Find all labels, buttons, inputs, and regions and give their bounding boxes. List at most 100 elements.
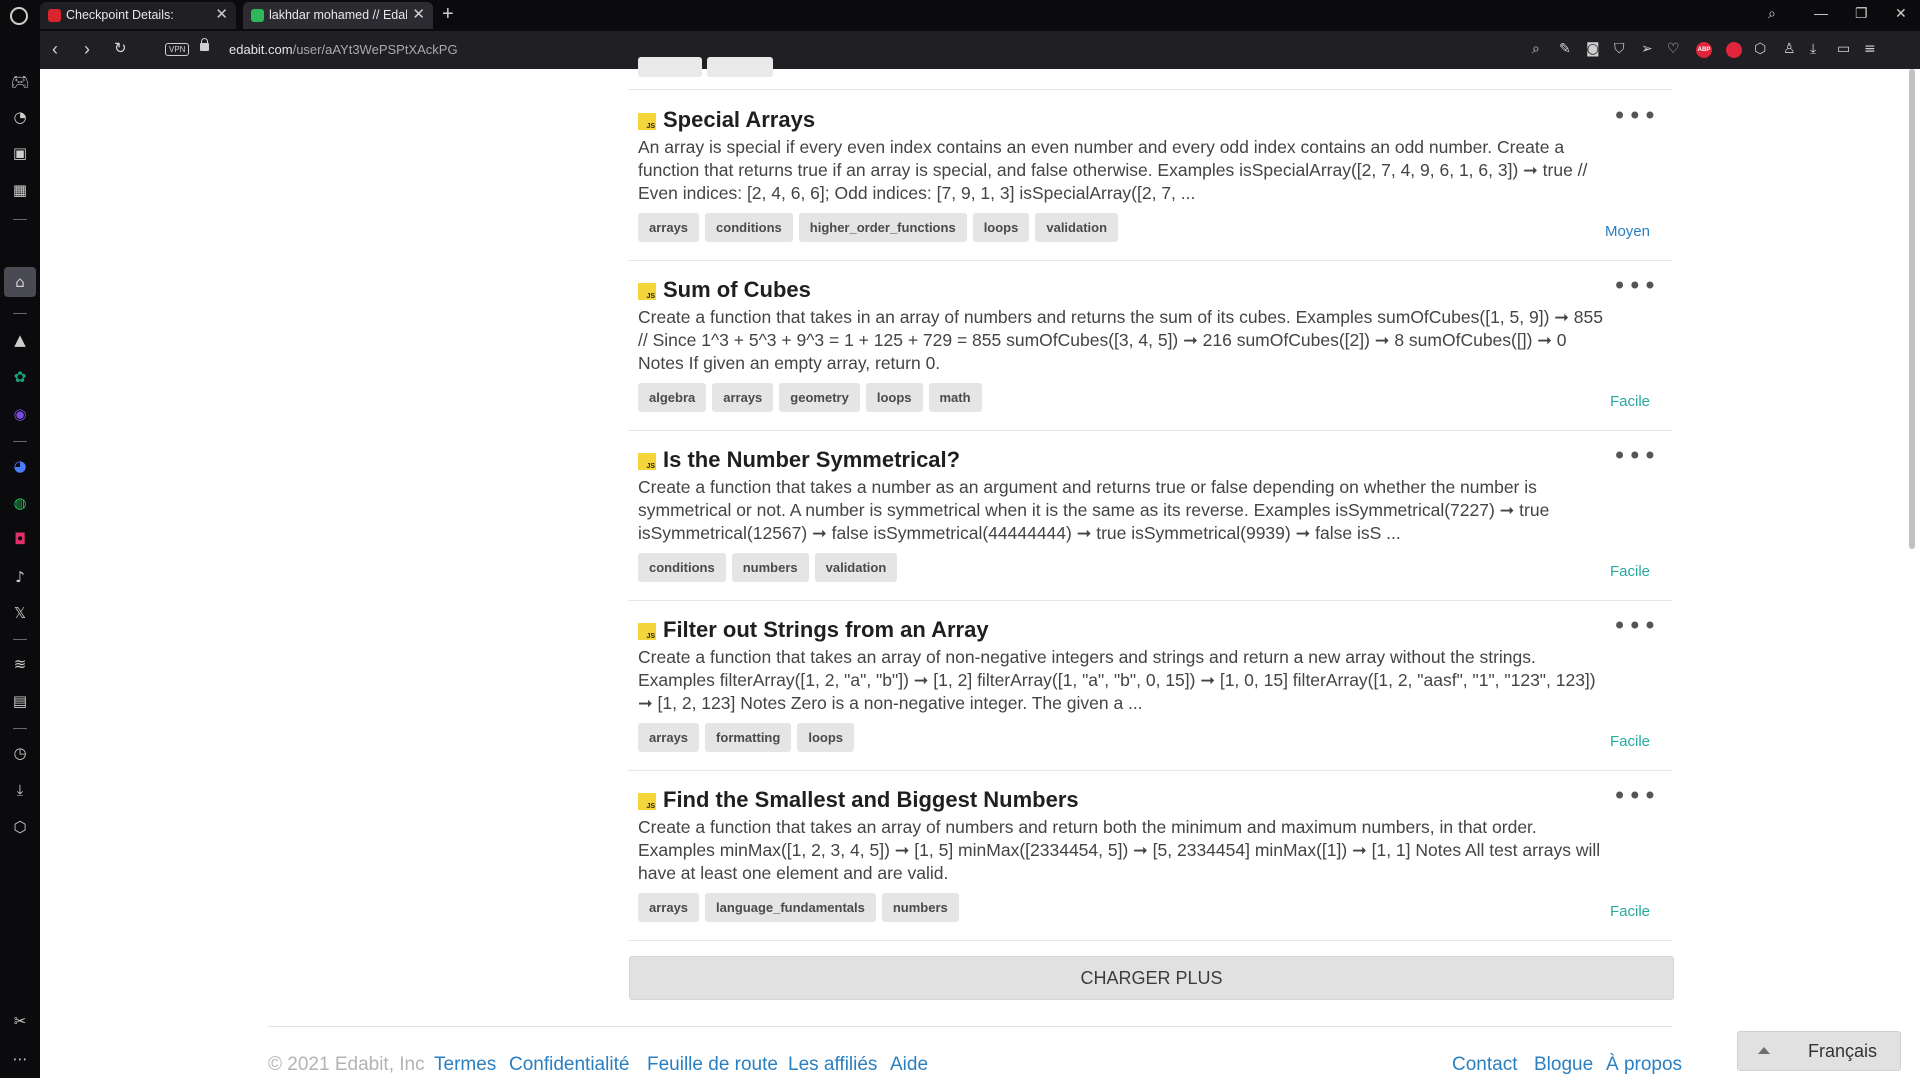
search-icon[interactable]: ⌕ bbox=[1532, 41, 1540, 57]
footer-link-terms[interactable]: Termes bbox=[434, 1054, 496, 1076]
tab-edabit-profile[interactable]: lakhdar mohamed // Edabit ✕ bbox=[243, 2, 433, 29]
tag[interactable]: numbers bbox=[731, 553, 809, 582]
battery-icon[interactable]: ▭ bbox=[1837, 41, 1850, 57]
tag[interactable]: validation bbox=[814, 553, 898, 582]
history-icon[interactable]: ◷ bbox=[9, 742, 31, 764]
more-options-icon[interactable]: ••• bbox=[1613, 614, 1658, 638]
account-icon[interactable]: ♙ bbox=[1783, 41, 1796, 57]
chatgpt-icon[interactable]: ✿ bbox=[9, 366, 31, 388]
challenge-card[interactable]: JS Find the Smallest and Biggest Numbers… bbox=[628, 770, 1672, 941]
footer-link-affiliates[interactable]: Les affiliés bbox=[788, 1054, 877, 1076]
challenge-title[interactable]: Find the Smallest and Biggest Numbers bbox=[663, 787, 1079, 813]
challenge-title[interactable]: Sum of Cubes bbox=[663, 277, 811, 303]
instagram-icon[interactable]: ◘ bbox=[9, 528, 31, 550]
wallet-icon[interactable]: ▤ bbox=[9, 690, 31, 712]
challenge-title[interactable]: Special Arrays bbox=[663, 107, 815, 133]
challenge-card[interactable]: JS Is the Number Symmetrical? ••• Create… bbox=[628, 430, 1672, 601]
challenge-card[interactable]: JS Sum of Cubes ••• Create a function th… bbox=[628, 260, 1672, 431]
tiktok-icon[interactable]: ♪ bbox=[9, 566, 31, 588]
tag[interactable]: arrays bbox=[638, 723, 700, 752]
bag-icon[interactable]: ▣ bbox=[9, 142, 31, 164]
more-icon[interactable]: ⋯ bbox=[9, 1048, 31, 1070]
home-icon[interactable]: ⌂ bbox=[9, 271, 31, 293]
tag[interactable]: loops bbox=[797, 723, 854, 752]
page-scrollbar[interactable] bbox=[1908, 69, 1916, 1078]
tag[interactable]: conditions bbox=[638, 553, 726, 582]
load-more-button[interactable]: CHARGER PLUS bbox=[629, 956, 1674, 1000]
challenge-card[interactable]: JS Filter out Strings from an Array ••• … bbox=[628, 600, 1672, 771]
more-options-icon[interactable]: ••• bbox=[1613, 274, 1658, 298]
footer-link-help[interactable]: Aide bbox=[890, 1054, 928, 1076]
tag-list: arrays conditions higher_order_functions… bbox=[638, 213, 1119, 242]
tag[interactable]: higher_order_functions bbox=[798, 213, 967, 242]
scrollbar-thumb[interactable] bbox=[1909, 69, 1915, 549]
reload-icon[interactable]: ↻ bbox=[114, 39, 127, 59]
close-window-icon[interactable]: ✕ bbox=[1895, 5, 1907, 22]
footer-link-about[interactable]: À propos bbox=[1606, 1054, 1682, 1076]
heart-icon[interactable]: ♡ bbox=[1667, 41, 1680, 57]
tag[interactable]: algebra bbox=[638, 383, 707, 412]
tag[interactable]: math bbox=[928, 383, 982, 412]
forward-icon[interactable]: › bbox=[84, 39, 90, 59]
challenge-card[interactable]: JS Special Arrays ••• An array is specia… bbox=[628, 90, 1672, 261]
footer-link-privacy[interactable]: Confidentialité bbox=[509, 1054, 629, 1076]
new-tab-button[interactable]: + bbox=[442, 2, 454, 26]
tab-favicon-icon bbox=[48, 9, 61, 22]
aria-icon[interactable]: ▲ bbox=[9, 329, 31, 351]
extensions-icon[interactable]: ⬡ bbox=[9, 816, 31, 838]
js-badge: JS bbox=[646, 293, 655, 300]
x-twitter-icon[interactable]: 𝕏 bbox=[9, 602, 31, 624]
tag[interactable]: loops bbox=[972, 213, 1030, 242]
gamepad-icon[interactable]: 🎮︎ bbox=[9, 71, 31, 93]
cs-icon[interactable]: ◉ bbox=[9, 403, 31, 425]
spotify-icon[interactable]: ≋ bbox=[9, 653, 31, 675]
tag[interactable]: conditions bbox=[705, 213, 793, 242]
back-icon[interactable]: ‹ bbox=[52, 39, 58, 59]
menu-icon[interactable]: ≡ bbox=[1864, 41, 1876, 57]
close-tab-icon[interactable]: ✕ bbox=[215, 6, 228, 23]
footer-link-roadmap[interactable]: Feuille de route bbox=[647, 1054, 778, 1076]
more-options-icon[interactable]: ••• bbox=[1613, 104, 1658, 128]
challenge-title[interactable]: Filter out Strings from an Array bbox=[663, 617, 989, 643]
search-tabs-icon[interactable]: ⌕ bbox=[1768, 5, 1776, 22]
lock-icon[interactable] bbox=[200, 38, 209, 51]
restore-icon[interactable]: ❐ bbox=[1855, 5, 1868, 22]
tag[interactable]: arrays bbox=[712, 383, 774, 412]
send-icon[interactable]: ➢ bbox=[1641, 41, 1653, 57]
shield-icon[interactable]: ⛉ bbox=[1614, 41, 1625, 57]
more-options-icon[interactable]: ••• bbox=[1613, 784, 1658, 808]
challenge-title[interactable]: Is the Number Symmetrical? bbox=[663, 447, 960, 473]
camera-icon[interactable]: ◙ bbox=[1586, 41, 1600, 57]
footer-link-blog[interactable]: Blogue bbox=[1534, 1054, 1593, 1076]
messenger-icon[interactable]: ◕ bbox=[9, 455, 31, 477]
tag[interactable]: numbers bbox=[881, 893, 959, 922]
download-icon[interactable]: ⤓ bbox=[1810, 41, 1816, 57]
tag[interactable]: geometry bbox=[779, 383, 860, 412]
tools-icon[interactable]: ✂ bbox=[9, 1010, 31, 1032]
challenge-description: Create a function that takes an array of… bbox=[638, 647, 1596, 713]
close-tab-icon[interactable]: ✕ bbox=[412, 6, 425, 23]
downloads-icon[interactable]: ⤓ bbox=[9, 779, 31, 801]
tag[interactable]: validation bbox=[1035, 213, 1119, 242]
calendar-icon[interactable]: ▦ bbox=[9, 179, 31, 201]
tag[interactable]: arrays bbox=[638, 893, 700, 922]
tag[interactable]: formatting bbox=[705, 723, 792, 752]
whatsapp-icon[interactable]: ◍ bbox=[9, 492, 31, 514]
url-field[interactable]: edabit.com/user/aAYt3WePSPtXAckPG bbox=[229, 42, 458, 57]
minimize-icon[interactable]: — bbox=[1814, 5, 1828, 21]
vpn-badge[interactable]: VPN bbox=[165, 43, 190, 56]
speed-dial-icon[interactable]: ◔ bbox=[9, 106, 31, 128]
tag[interactable]: language_fundamentals bbox=[705, 893, 876, 922]
adblock-icon[interactable]: ABP bbox=[1696, 42, 1712, 58]
more-options-icon[interactable]: ••• bbox=[1613, 444, 1658, 468]
cube-icon[interactable]: ⬡ bbox=[1754, 41, 1766, 57]
tag[interactable]: arrays bbox=[638, 213, 700, 242]
tab-checkpoint-details[interactable]: Checkpoint Details: ✕ bbox=[40, 2, 236, 29]
footer-link-contact[interactable]: Contact bbox=[1452, 1054, 1517, 1076]
tag[interactable]: loops bbox=[865, 383, 923, 412]
opera-menu-icon[interactable] bbox=[10, 7, 28, 25]
language-selector[interactable]: Français bbox=[1737, 1031, 1901, 1071]
extension-red-icon[interactable] bbox=[1726, 42, 1742, 58]
edit-icon[interactable]: ✎ bbox=[1559, 41, 1571, 57]
tag-list: arrays formatting loops bbox=[638, 723, 854, 752]
